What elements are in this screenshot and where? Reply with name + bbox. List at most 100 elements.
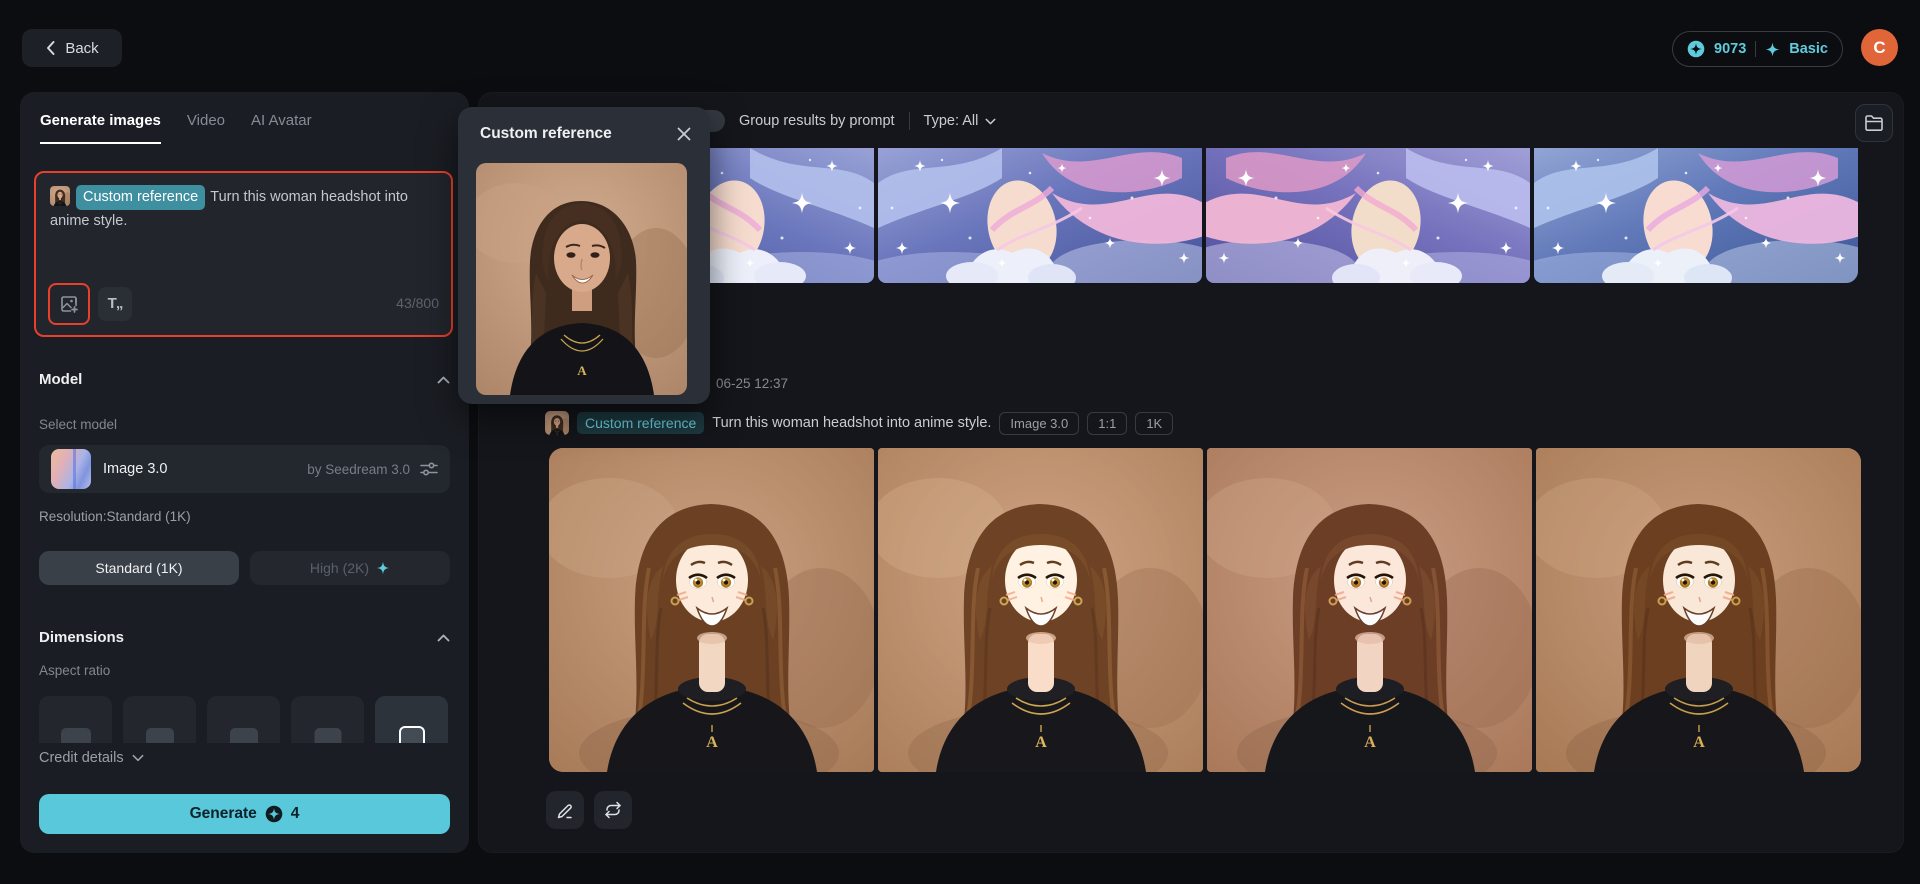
ratio-shape (145, 728, 174, 743)
pill-divider (1755, 41, 1757, 57)
result-image-1[interactable] (549, 448, 874, 772)
model-thumbnail (51, 449, 91, 489)
credits-count: 9073 (1714, 41, 1747, 57)
tab-generate-images[interactable]: Generate images (40, 112, 161, 144)
regenerate-button[interactable] (594, 791, 632, 829)
result-reference-thumbnail[interactable] (545, 411, 569, 435)
resolution-standard-label: Standard (1K) (95, 560, 183, 576)
sliders-icon[interactable] (420, 461, 438, 477)
result-reference-tag[interactable]: Custom reference (577, 412, 705, 434)
char-counter: 43/800 (396, 295, 439, 312)
model-heading: Model (39, 371, 83, 388)
type-filter-dropdown[interactable]: Type: All (924, 113, 997, 129)
resolution-standard-button[interactable]: Standard (1K) (39, 551, 239, 585)
tab-ai-avatar[interactable]: AI Avatar (251, 112, 312, 144)
model-provider: by Seedream 3.0 (307, 461, 410, 477)
previous-result-image-3[interactable] (1206, 148, 1530, 283)
cost-coin-icon (265, 805, 283, 823)
ratio-shape (229, 728, 258, 743)
aspect-ratio-tile-1-1[interactable] (375, 696, 448, 743)
result-timestamp: 06-25 12:37 (716, 376, 789, 391)
add-reference-image-button[interactable] (52, 287, 86, 321)
chevron-up-icon (437, 634, 450, 641)
reference-photo[interactable] (476, 163, 687, 395)
ratio-shape (314, 728, 341, 743)
credit-details-toggle[interactable]: Credit details (39, 750, 144, 766)
model-name: Image 3.0 (103, 461, 168, 477)
aspect-ratio-tile-4[interactable] (291, 696, 364, 743)
toolbar-divider (908, 112, 910, 130)
previous-results-row (550, 148, 1858, 283)
resolution-label: Resolution:Standard (1K) (39, 509, 191, 524)
prompt-input[interactable]: Custom reference Turn this woman headshot… (34, 171, 453, 337)
aspect-ratio-tile-1[interactable] (39, 696, 112, 743)
popup-close-button[interactable] (676, 126, 692, 142)
tab-video[interactable]: Video (187, 112, 225, 144)
dimensions-heading: Dimensions (39, 629, 125, 646)
reference-thumbnail[interactable] (50, 186, 70, 206)
result-image-2[interactable] (878, 448, 1203, 772)
credits-coin-icon (1687, 40, 1705, 58)
credit-details-label: Credit details (39, 750, 124, 766)
result-image-3[interactable] (1207, 448, 1532, 772)
custom-reference-popup: Custom reference (458, 107, 710, 404)
model-meta: by Seedream 3.0 (307, 461, 438, 477)
result-resolution-tag: 1K (1135, 411, 1174, 435)
prompt-toolbar: T„ 43/800 (48, 283, 439, 325)
user-avatar[interactable]: C (1861, 29, 1898, 66)
text-quote-icon: T„ (107, 295, 124, 313)
result-model-tag: Image 3.0 (999, 411, 1080, 435)
previous-result-image-2[interactable] (878, 148, 1202, 283)
ratio-shape-selected (398, 726, 425, 743)
model-selector[interactable]: Image 3.0 by Seedream 3.0 (39, 445, 450, 493)
result-prompt-text: Turn this woman headshot into anime styl… (712, 415, 992, 431)
avatar-letter: C (1873, 37, 1886, 57)
group-results-label: Group results by prompt (739, 113, 895, 129)
image-add-icon (61, 296, 78, 313)
type-filter-label: Type: All (923, 113, 979, 129)
repeat-icon (605, 801, 621, 819)
close-icon (677, 127, 691, 141)
chevron-down-icon (132, 754, 144, 762)
premium-sparkle-icon (376, 561, 390, 575)
chevron-down-icon (985, 118, 996, 124)
result-actions (546, 791, 632, 829)
reference-tag-chip[interactable]: Custom reference (76, 185, 206, 211)
resolution-high-button[interactable]: High (2K) (250, 551, 450, 585)
result-ratio-tag: 1:1 (1087, 411, 1128, 435)
aspect-ratio-tile-2[interactable] (123, 696, 196, 743)
text-style-button[interactable]: T„ (98, 287, 132, 321)
resolution-options: Standard (1K) High (2K) (39, 551, 450, 585)
resolution-high-label: High (2K) (309, 560, 370, 576)
chevron-up-icon (437, 376, 450, 383)
generation-sidebar: Generate images Video AI Avatar Custom r… (20, 92, 469, 853)
generate-button[interactable]: Generate 4 (39, 794, 450, 834)
ratio-shape (60, 728, 91, 743)
aspect-ratio-options (39, 696, 448, 743)
result-prompt-row: Custom reference Turn this woman headsho… (545, 411, 1174, 435)
generate-cost: 4 (290, 805, 300, 822)
add-image-highlight-box (48, 283, 90, 325)
folder-icon (1865, 115, 1883, 131)
previous-result-image-4[interactable] (1534, 148, 1858, 283)
select-model-label: Select model (39, 417, 118, 432)
sidebar-tabs: Generate images Video AI Avatar (40, 112, 312, 144)
back-button[interactable]: Back (22, 29, 122, 67)
assets-folder-button[interactable] (1855, 104, 1893, 142)
aspect-ratio-tile-3[interactable] (207, 696, 280, 743)
edit-prompt-button[interactable] (546, 791, 584, 829)
credits-plan-pill[interactable]: 9073 Basic (1672, 31, 1843, 67)
plan-label: Basic (1789, 41, 1828, 57)
result-image-4[interactable] (1536, 448, 1861, 772)
generate-label: Generate (189, 805, 257, 822)
back-label: Back (65, 39, 99, 57)
model-section-header[interactable]: Model (39, 371, 450, 388)
plan-sparkle-icon (1765, 42, 1780, 56)
dimensions-section-header[interactable]: Dimensions (39, 629, 450, 646)
chevron-left-icon (47, 41, 55, 55)
popup-title: Custom reference (480, 125, 612, 142)
popup-header: Custom reference (458, 107, 710, 143)
result-image-grid (549, 448, 1861, 772)
aspect-ratio-label: Aspect ratio (39, 663, 111, 678)
pencil-icon (557, 803, 572, 818)
